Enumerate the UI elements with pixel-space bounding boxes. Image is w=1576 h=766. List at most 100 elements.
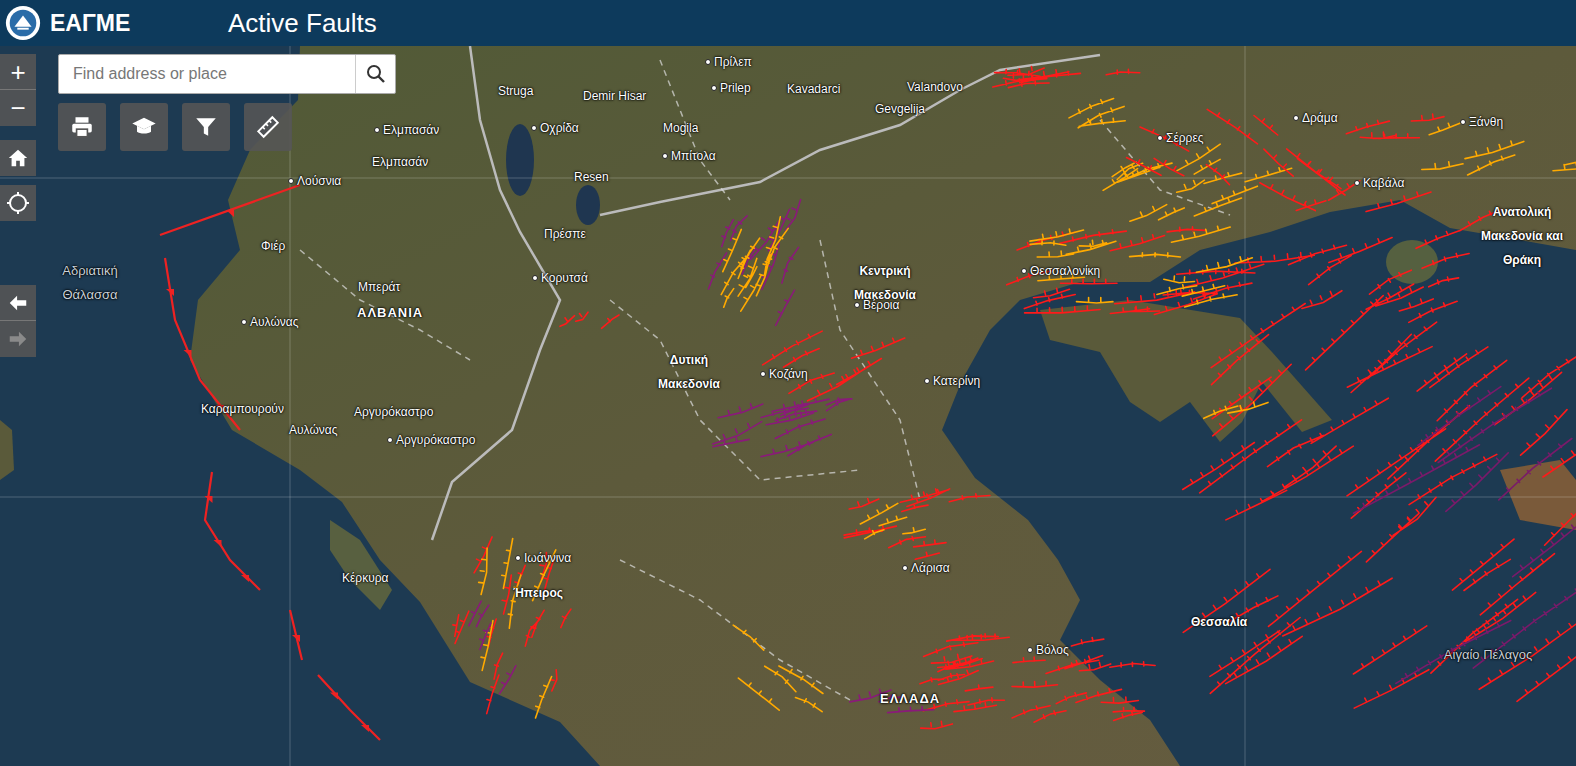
legend-button[interactable] [120,103,168,151]
map-label: Οχρίδα [531,120,579,136]
fault-lines [1030,226,1252,307]
printer-icon [69,114,95,140]
city-dot-icon [1460,119,1466,125]
label-text: Κεντρική Μακεδονία [854,264,916,302]
map-feature [300,60,1230,700]
map-feature [432,46,560,540]
label-text: Mogila [663,121,698,135]
map-label: Ανατολική Μακεδονία και Θράκη [1472,199,1572,271]
map-feature [361,725,369,732]
fault-lines [763,331,905,401]
map-label: Αργυρόκαστρο [354,399,433,423]
back-button[interactable] [0,285,36,321]
label-text: Οχρίδα [540,120,579,136]
label-text: Καραμπουρούν [201,402,284,416]
label-text: Δράμα [1302,110,1338,126]
map-label: Demir Hisar [583,83,646,107]
map-feature [1500,460,1576,530]
map-label: Πρίλεπ [705,54,752,70]
map-label: Βέροια [854,297,899,313]
arrow-left-icon [7,292,29,314]
zoom-controls: + − [0,54,36,126]
map-feature [576,185,600,225]
eagme-logo-icon [4,4,42,42]
map-label: Gevgelija [875,96,925,120]
map-feature [214,540,222,547]
filter-icon [193,114,219,140]
city-dot-icon [902,565,908,571]
label-text: Valandovo [907,80,963,94]
label-text: Ελμπασάν [383,122,439,138]
fault-lines [1183,296,1576,708]
label-text: Σέρρες [1166,130,1204,146]
search-button[interactable] [355,55,395,93]
city-dot-icon [241,319,247,325]
city-dot-icon [374,127,380,133]
label-text: Φιέρ [261,239,285,253]
label-text: Αδριατική Θάλασσα [62,263,117,302]
map-label: Κέρκυρα [342,565,389,589]
map-label: Valandovo [907,74,963,98]
label-text: Ήπειρος [513,586,563,600]
home-icon [7,147,29,169]
forward-button[interactable] [0,321,36,357]
label-text: Αργυρόκαστρο [396,432,475,448]
fault-lines [993,67,1140,88]
city-dot-icon [924,378,930,384]
label-text: Prilep [720,80,751,96]
zoom-out-button[interactable]: − [0,90,36,126]
map-label: Αυλώνας [241,314,298,330]
label-text: Kavadarci [787,82,840,96]
map-label: Kavadarci [787,76,840,100]
filter-button[interactable] [182,103,230,151]
label-text: Ανατολική Μακεδονία και Θράκη [1481,205,1563,267]
map-label: Resen [574,164,609,188]
locate-button[interactable] [0,185,36,221]
map-label: Αυλώνας [289,417,337,441]
fault-lines [560,312,619,328]
map[interactable]: ΠρίλεπStrugaDemir HisarPrilepKavadarciVa… [0,46,1576,766]
map-label: Δράμα [1293,110,1338,126]
search-icon [366,64,386,84]
fault-lines [1007,227,1314,315]
label-text: Κατερίνη [933,373,980,389]
fault-lines [844,489,990,559]
search-bar [58,54,396,94]
search-input[interactable] [59,55,355,93]
label-text: Ξάνθη [1469,114,1503,130]
label-text: Πρέσπε [544,227,586,241]
map-label: Μπίτολα [662,148,716,164]
map-label: Δυτική Μακεδονία [639,347,739,395]
label-text: Ελμπασάν [372,155,428,169]
home-button[interactable] [0,140,36,176]
label-text: Κορυτσά [541,270,588,286]
map-feature [0,46,1576,766]
label-text: Ιωάννινα [524,550,571,566]
city-dot-icon [1293,115,1299,121]
city-dot-icon [1157,135,1163,141]
map-feature [0,46,1576,766]
map-feature [330,693,338,700]
label-text: Αυλώνας [289,423,337,437]
map-label: Ήπειρος [488,580,588,604]
label-text: Δυτική Μακεδονία [658,353,720,391]
fault-lines [920,634,1155,729]
label-text: Αυλώνας [250,314,298,330]
print-button[interactable] [58,103,106,151]
city-dot-icon [711,85,717,91]
city-dot-icon [1354,180,1360,186]
map-feature [0,46,1576,766]
city-dot-icon [531,125,537,131]
map-feature [330,520,392,610]
city-dot-icon [532,275,538,281]
city-dot-icon [1021,268,1027,274]
city-dot-icon [387,437,393,443]
city-dot-icon [854,302,860,308]
map-label: Ελμπασάν [372,149,428,173]
measure-button[interactable] [244,103,292,151]
app: ΕΑΓΜΕ Active Faults ΠρίλεπStrugaDemir Hi… [0,0,1576,766]
map-feature [506,124,534,196]
zoom-in-button[interactable]: + [0,54,36,90]
arrow-right-icon [7,328,29,350]
fault-lines [1103,144,1292,221]
